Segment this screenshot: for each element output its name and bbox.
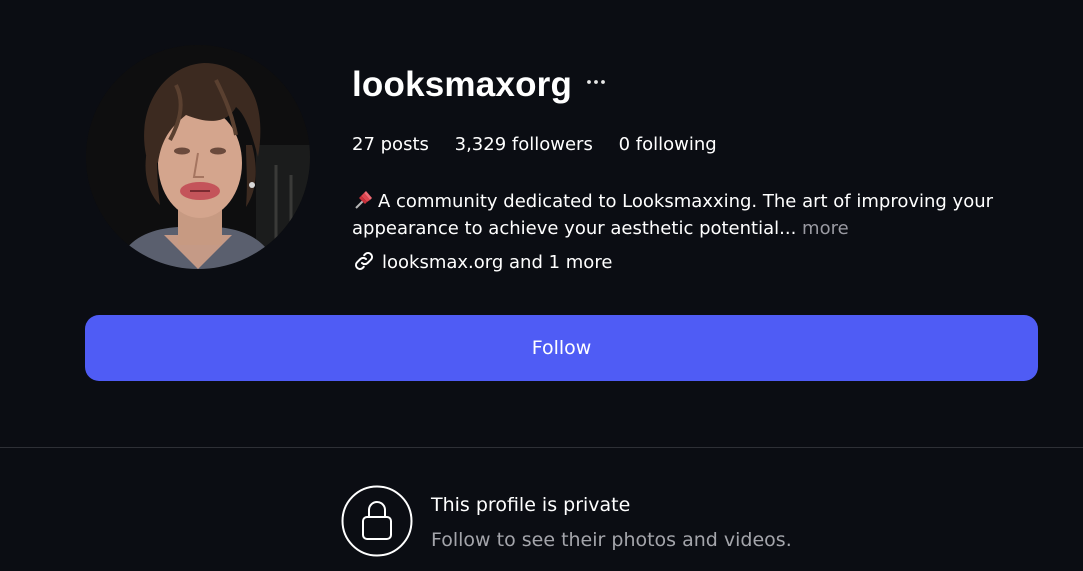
bio-text: A community dedicated to Looksmaxxing. T…	[352, 191, 994, 239]
bio-more-link[interactable]: more	[802, 218, 849, 239]
posts-count: 27 posts	[352, 134, 429, 155]
private-profile-subtitle: Follow to see their photos and videos.	[431, 529, 792, 551]
profile-username: looksmaxorg	[352, 65, 573, 104]
followers-link[interactable]: 3,329 followers	[455, 132, 593, 158]
link-icon	[352, 249, 376, 273]
following-link[interactable]: 0 following	[619, 132, 717, 158]
avatar[interactable]	[86, 45, 310, 269]
ellipsis-icon[interactable]	[585, 70, 607, 94]
section-divider	[0, 447, 1083, 448]
profile-stats: 27 posts 3,329 followers 0 following	[352, 132, 717, 158]
links-text: looksmax.org and 1 more	[382, 252, 613, 273]
profile-links[interactable]: looksmax.org and 1 more	[352, 249, 612, 276]
avatar-photo	[86, 45, 310, 269]
lock-icon	[341, 485, 413, 557]
profile-page: looksmaxorg 27 posts 3,329 followers 0 f…	[0, 0, 1083, 571]
follow-button[interactable]: Follow	[85, 315, 1038, 381]
private-profile-title: This profile is private	[431, 494, 631, 516]
profile-bio: A community dedicated to Looksmaxxing. T…	[352, 188, 1042, 242]
pushpin-icon	[352, 190, 374, 210]
